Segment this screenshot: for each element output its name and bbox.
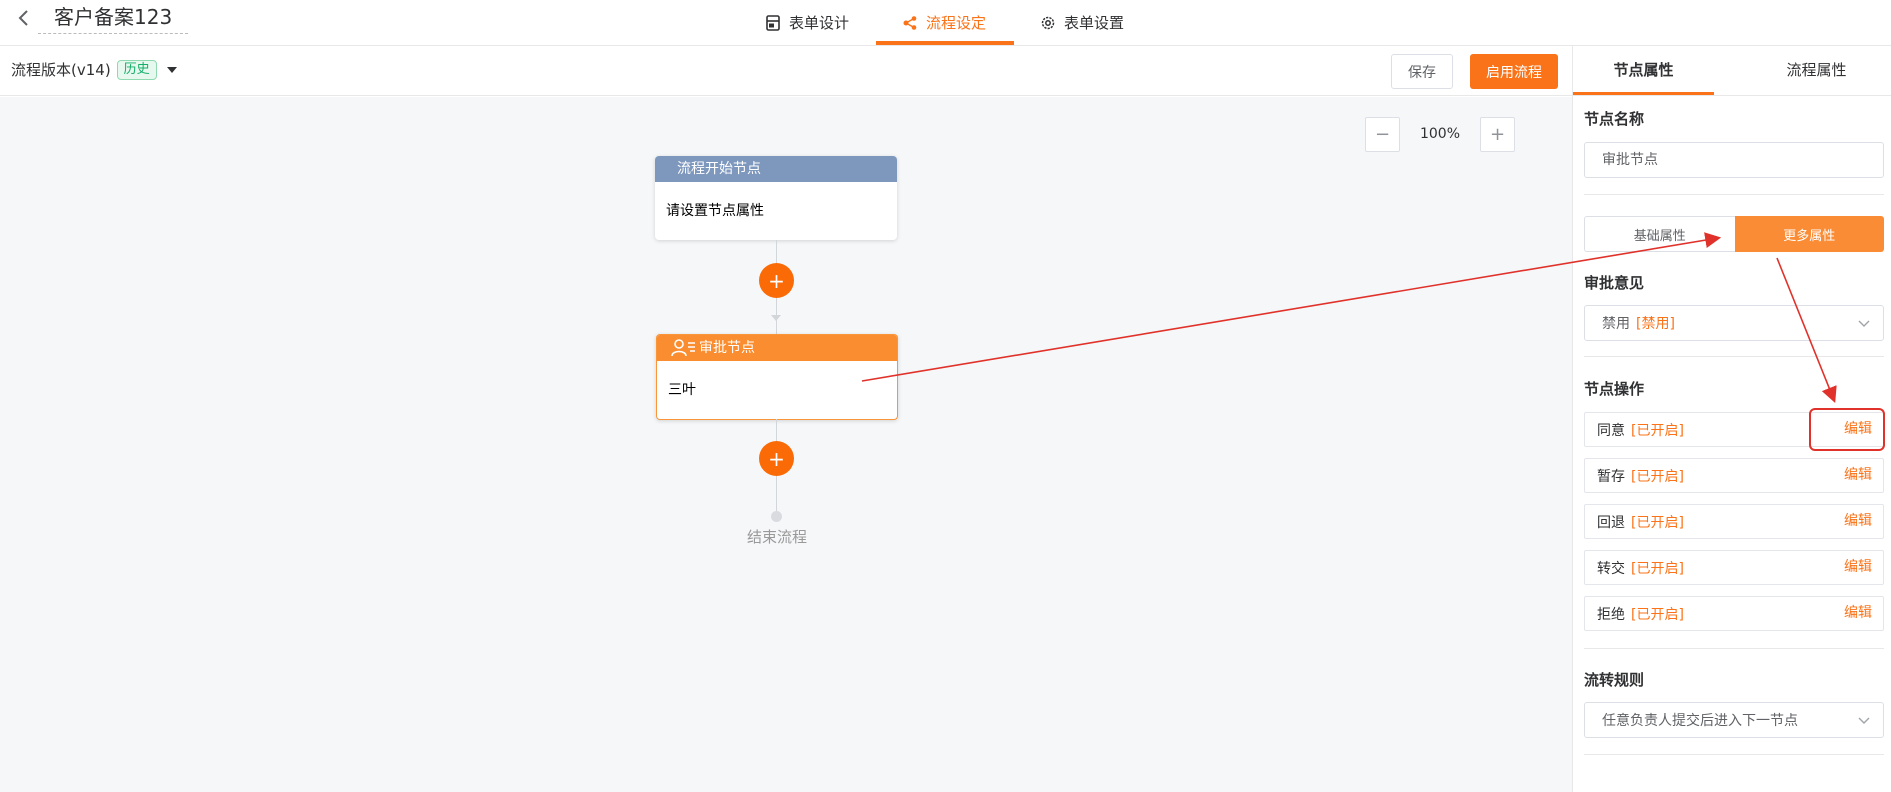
start-node[interactable]: 流程开始节点 请设置节点属性	[655, 156, 897, 240]
approval-node-header: 审批节点	[657, 335, 897, 361]
start-node-title: 流程开始节点	[655, 156, 897, 182]
flow-rule-label: 流转规则	[1584, 671, 1645, 689]
version-selector[interactable]: 流程版本(v14) 历史	[11, 59, 177, 80]
operation-status: [已开启]	[1631, 560, 1684, 577]
edit-link[interactable]: 编辑	[1844, 413, 1872, 446]
operation-name: 转交	[1597, 560, 1625, 577]
approval-node[interactable]: 审批节点 三叶	[656, 334, 898, 420]
flow-toolbar: 流程版本(v14) 历史 保存 启用流程	[0, 46, 1572, 96]
operation-status: [已开启]	[1631, 606, 1684, 623]
flow-rule-value: 任意负责人提交后进入下一节点	[1602, 713, 1798, 729]
operation-name: 暂存	[1597, 468, 1625, 485]
flow-rule-select[interactable]: 任意负责人提交后进入下一节点	[1584, 702, 1884, 738]
node-name-label: 节点名称	[1584, 110, 1645, 128]
add-node-button[interactable]: +	[759, 263, 794, 298]
top-bar: 客户备案123 表单设计 流程设定 表单设置	[0, 0, 1891, 46]
form-title[interactable]: 客户备案123	[38, 2, 189, 34]
save-button[interactable]: 保存	[1391, 54, 1453, 89]
form-icon	[766, 14, 780, 31]
add-node-button[interactable]: +	[759, 441, 794, 476]
flow-canvas[interactable]: − 100% + 流程开始节点 请设置节点属性 + 审批节点 三叶 + 结束流程	[0, 97, 1572, 792]
divider	[1584, 356, 1884, 357]
operation-name: 同意	[1597, 422, 1625, 439]
operation-row-transfer: 转交 [已开启] 编辑	[1584, 550, 1884, 585]
tab-label: 表单设置	[1064, 14, 1125, 32]
chevron-down-icon	[1858, 717, 1870, 724]
tab-flow-settings[interactable]: 流程设定	[902, 0, 986, 45]
operation-row-agree: 同意 [已开启] 编辑	[1584, 412, 1884, 447]
tab-form-design[interactable]: 表单设计	[765, 0, 849, 45]
panel-tabs-divider	[1573, 95, 1891, 96]
operation-row-save-draft: 暂存 [已开启] 编辑	[1584, 458, 1884, 493]
edit-link[interactable]: 编辑	[1844, 551, 1872, 584]
caret-down-icon[interactable]	[166, 66, 177, 73]
approval-node-body: 三叶	[668, 382, 696, 398]
flow-icon	[903, 15, 917, 30]
history-badge: 历史	[116, 59, 157, 80]
property-segment: 基础属性 更多属性	[1584, 216, 1884, 252]
tab-flow-properties[interactable]: 流程属性	[1741, 46, 1891, 95]
approval-opinion-label: 审批意见	[1584, 274, 1645, 292]
end-dot	[771, 511, 782, 522]
approval-node-title: 审批节点	[699, 340, 755, 356]
tab-label: 流程设定	[926, 14, 987, 32]
opinion-tag: [禁用]	[1636, 316, 1675, 332]
start-node-body: 请设置节点属性	[666, 203, 764, 219]
edit-link[interactable]: 编辑	[1844, 505, 1872, 538]
operation-status: [已开启]	[1631, 468, 1684, 485]
tab-node-properties[interactable]: 节点属性	[1573, 46, 1714, 95]
divider	[1584, 648, 1884, 649]
tab-label: 表单设计	[789, 14, 850, 32]
operation-row-return: 回退 [已开启] 编辑	[1584, 504, 1884, 539]
edit-link[interactable]: 编辑	[1844, 459, 1872, 492]
approver-icon	[671, 339, 695, 357]
opinion-value: 禁用	[1602, 316, 1630, 332]
enable-flow-button[interactable]: 启用流程	[1470, 54, 1558, 89]
zoom-in-button[interactable]: +	[1480, 117, 1515, 152]
operation-name: 拒绝	[1597, 606, 1625, 623]
edit-link[interactable]: 编辑	[1844, 597, 1872, 630]
operation-row-reject: 拒绝 [已开启] 编辑	[1584, 596, 1884, 631]
zoom-level: 100%	[1419, 126, 1461, 142]
back-arrow-icon[interactable]	[12, 6, 36, 30]
operation-status: [已开启]	[1631, 422, 1684, 439]
more-properties-button[interactable]: 更多属性	[1734, 216, 1884, 252]
connector-arrow-icon	[771, 315, 781, 321]
basic-properties-button[interactable]: 基础属性	[1584, 216, 1735, 252]
chevron-down-icon	[1858, 320, 1870, 327]
property-panel: 节点属性 流程属性 节点名称 审批节点 基础属性 更多属性 审批意见 禁用 [禁…	[1572, 46, 1891, 792]
version-label: 流程版本(v14)	[11, 61, 111, 79]
tab-form-settings[interactable]: 表单设置	[1040, 0, 1124, 45]
operation-status: [已开启]	[1631, 514, 1684, 531]
node-operations-label: 节点操作	[1584, 380, 1645, 398]
divider	[1584, 194, 1884, 195]
divider	[1584, 754, 1884, 755]
operation-name: 回退	[1597, 514, 1625, 531]
approval-opinion-select[interactable]: 禁用 [禁用]	[1584, 305, 1884, 341]
end-flow-label: 结束流程	[746, 528, 807, 546]
active-tab-indicator	[876, 41, 1014, 45]
zoom-out-button[interactable]: −	[1365, 117, 1400, 152]
node-name-input[interactable]: 审批节点	[1584, 142, 1884, 178]
gear-icon	[1041, 16, 1055, 29]
